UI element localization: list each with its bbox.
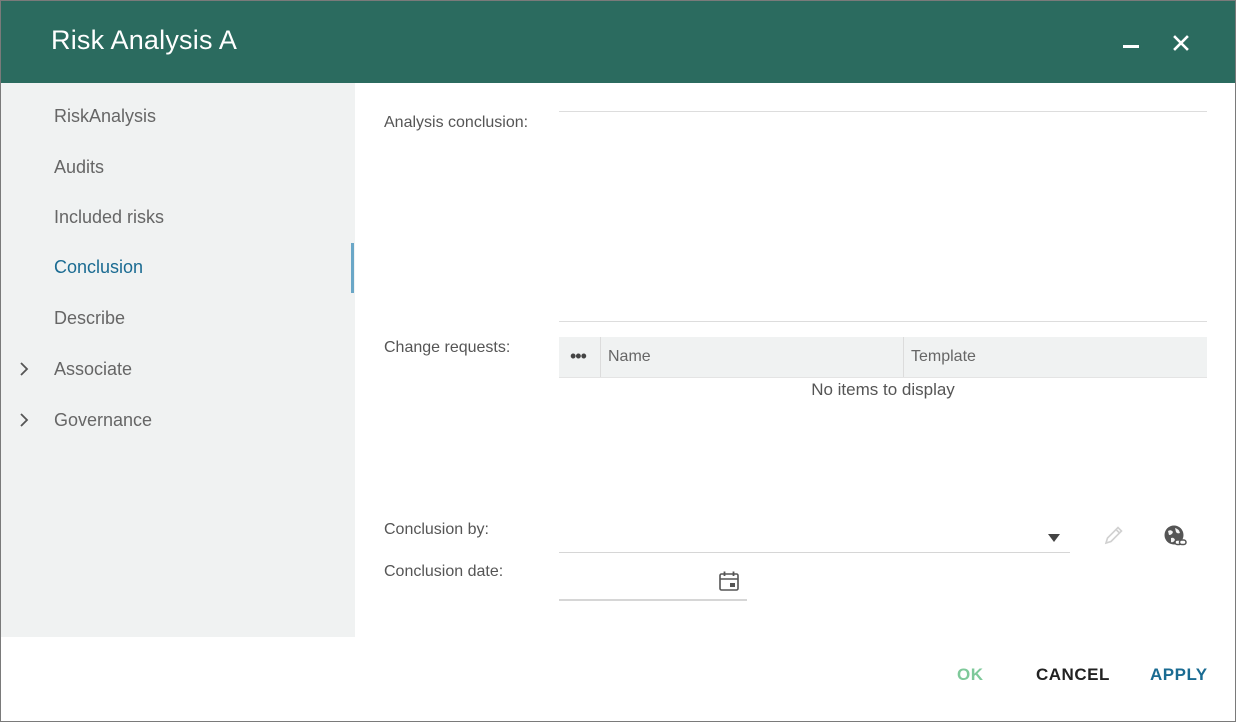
- conclusion-panel: Analysis conclusion: Change requests: ••…: [355, 83, 1235, 637]
- sidebar-item-label: Conclusion: [54, 257, 144, 277]
- chevron-right-icon[interactable]: [17, 362, 31, 376]
- sidebar-item-audits[interactable]: Audits: [1, 143, 355, 193]
- grid-menu-button[interactable]: •••: [559, 337, 601, 377]
- globe-link-icon: [1164, 525, 1187, 546]
- change-requests-label: Change requests:: [384, 339, 511, 356]
- sidebar-item-describe[interactable]: Describe: [1, 294, 355, 344]
- active-indicator: [351, 243, 354, 293]
- close-button[interactable]: [1165, 27, 1197, 59]
- sidebar-item-label: Governance: [54, 410, 153, 430]
- sidebar-item-associate[interactable]: Associate: [1, 345, 355, 395]
- column-header-label: Name: [608, 348, 651, 365]
- analysis-conclusion-label: Analysis conclusion:: [384, 114, 529, 131]
- analysis-conclusion-textarea[interactable]: [559, 112, 1207, 321]
- dialog-header: Risk Analysis A: [1, 1, 1235, 83]
- pencil-icon: [1104, 526, 1123, 545]
- conclusion-date-input[interactable]: [559, 565, 747, 601]
- sidebar-item-riskanalysis[interactable]: RiskAnalysis: [1, 92, 355, 142]
- chevron-right-icon[interactable]: [17, 413, 31, 427]
- conclusion-date-label: Conclusion date:: [384, 563, 504, 580]
- edit-button[interactable]: [1100, 523, 1128, 551]
- link-button[interactable]: [1162, 523, 1190, 551]
- sidebar-item-conclusion[interactable]: Conclusion: [1, 243, 355, 293]
- column-header-template[interactable]: Template: [904, 337, 1207, 377]
- sidebar-item-governance[interactable]: Governance: [1, 396, 355, 446]
- conclusion-by-label: Conclusion by:: [384, 521, 489, 538]
- sidebar-item-label: Included risks: [54, 207, 165, 227]
- cancel-button[interactable]: CANCEL: [1036, 665, 1110, 685]
- close-icon: [1173, 35, 1189, 51]
- risk-analysis-dialog: Risk Analysis A RiskAnalysis Audits Incl…: [0, 0, 1236, 722]
- ellipsis-icon: •••: [570, 346, 587, 366]
- column-header-label: Template: [911, 348, 976, 365]
- sidebar-item-label: Audits: [54, 157, 105, 177]
- column-header-name[interactable]: Name: [601, 337, 904, 377]
- sidebar-item-label: Associate: [54, 359, 133, 379]
- apply-button[interactable]: APPLY: [1150, 665, 1208, 685]
- divider: [559, 321, 1207, 322]
- sidebar-item-label: RiskAnalysis: [54, 106, 157, 126]
- empty-grid-message: No items to display: [811, 380, 955, 399]
- change-requests-grid-header: ••• Name Template: [559, 337, 1207, 378]
- sidebar-item-label: Describe: [54, 308, 126, 328]
- sidebar-item-included-risks[interactable]: Included risks: [1, 193, 355, 243]
- caret-down-icon: [1048, 534, 1060, 542]
- conclusion-by-select[interactable]: [559, 521, 1070, 553]
- dialog-title: Risk Analysis A: [51, 25, 238, 55]
- minimize-button[interactable]: [1115, 27, 1147, 59]
- ok-button[interactable]: OK: [957, 665, 984, 685]
- minimize-icon: [1123, 45, 1139, 48]
- calendar-icon[interactable]: [717, 569, 741, 593]
- sidebar-nav: RiskAnalysis Audits Included risks Concl…: [1, 83, 355, 637]
